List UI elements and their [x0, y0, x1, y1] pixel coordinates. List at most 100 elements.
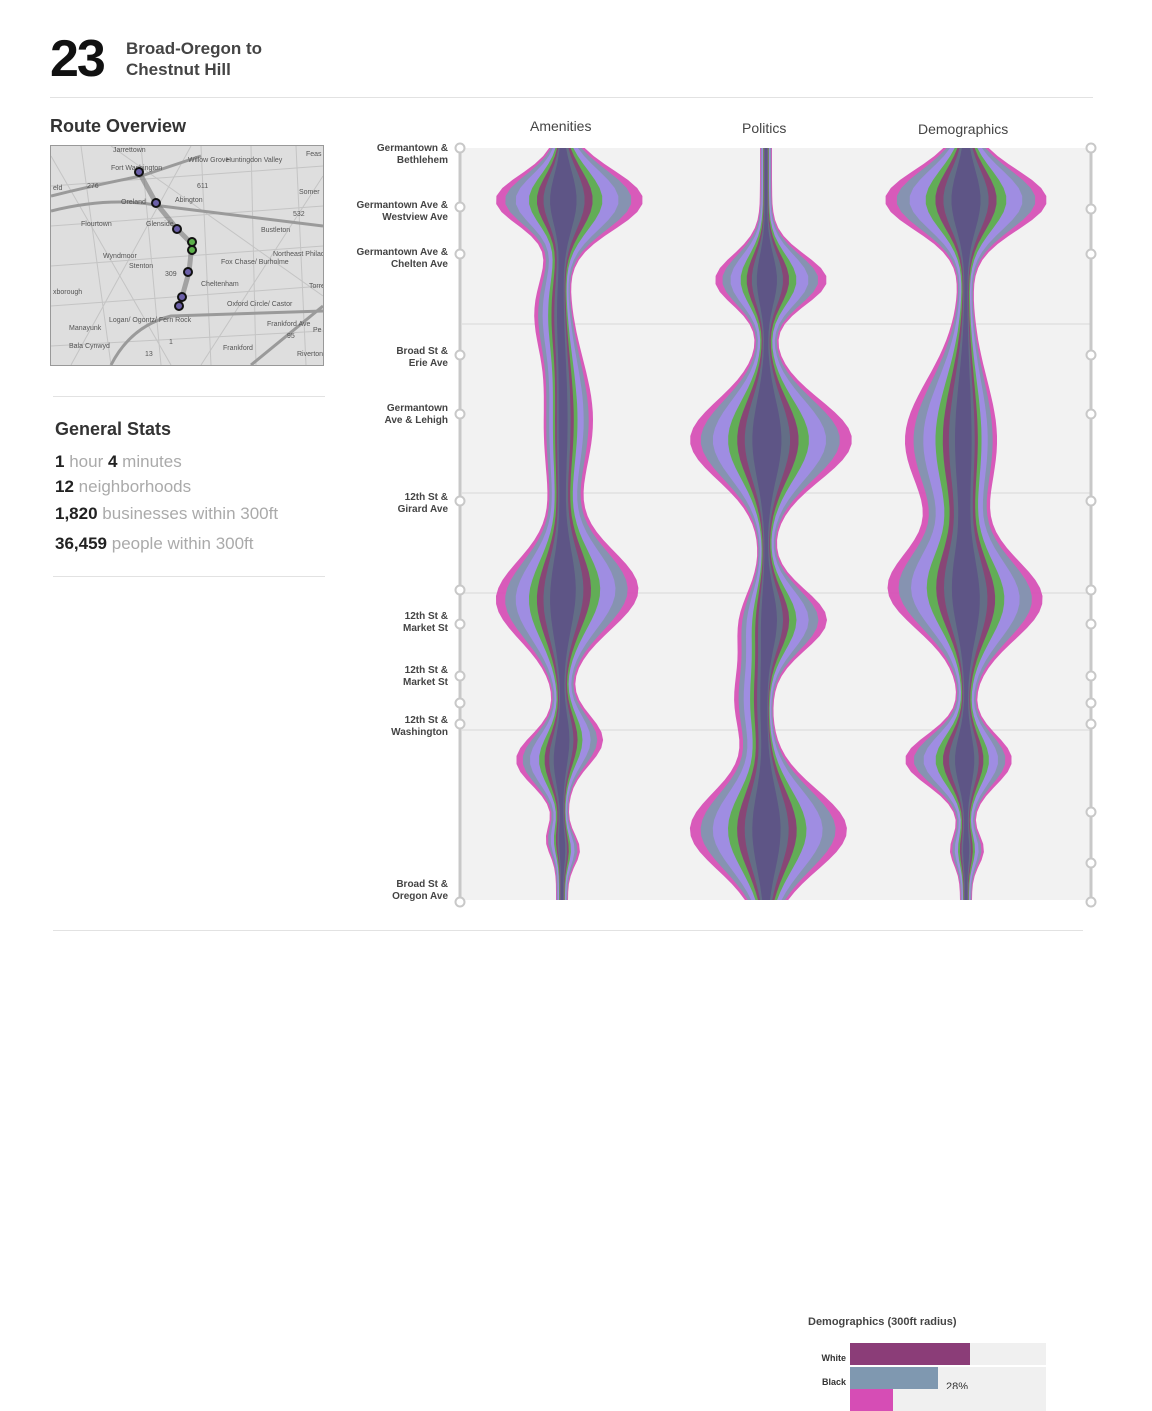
stop-label[interactable]: Germantown Ave & Westview Ave — [340, 200, 449, 224]
route-name-line2: Chestnut Hill — [126, 60, 231, 79]
stat-hours-label: hour — [69, 452, 104, 471]
stop-label-line1: Germantown Ave & — [356, 200, 449, 211]
stop-label[interactable]: 12th St & Market St — [340, 665, 448, 689]
stat-hours-value: 1 — [55, 452, 65, 471]
demographics-bar-row[interactable] — [808, 1389, 1048, 1411]
stop-label[interactable]: Broad St & Erie Ave — [340, 346, 448, 370]
map-label: 611 — [197, 183, 208, 190]
stop-node[interactable] — [454, 248, 466, 260]
route-map[interactable]: Jarrettown Fort Washington Willow Grove Hun… — [50, 145, 324, 366]
demographics-bar-label: Black — [821, 1377, 846, 1387]
column-header-amenities[interactable]: Amenities — [530, 118, 591, 134]
stop-node[interactable] — [1085, 896, 1097, 908]
stop-label[interactable]: 12th St & Market St — [340, 611, 448, 635]
stop-label[interactable]: Broad St & Oregon Ave — [340, 879, 448, 903]
stop-node[interactable] — [454, 495, 466, 507]
stop-node[interactable] — [454, 670, 466, 682]
stop-label[interactable]: 12th St & Washington — [340, 715, 448, 739]
map-label: 276 — [87, 183, 99, 190]
stop-node[interactable] — [1085, 806, 1097, 818]
map-label: Stenton — [129, 263, 153, 270]
demographics-bar-fill — [850, 1343, 970, 1365]
stop-node[interactable] — [454, 697, 466, 709]
route-streamgraph[interactable] — [450, 140, 1110, 915]
stop-node[interactable] — [1085, 670, 1097, 682]
map-label: Willow Grove — [188, 157, 229, 164]
map-label: Frankford — [223, 345, 253, 352]
map-label: Fox Chase/ Burholme — [221, 259, 289, 266]
stop-node[interactable] — [1085, 349, 1097, 361]
stop-node[interactable] — [1085, 584, 1097, 596]
map-label: Huntingdon Valley — [226, 157, 283, 164]
stop-label[interactable]: Germantown Ave & Lehigh — [340, 403, 448, 427]
stop-node[interactable] — [1085, 495, 1097, 507]
stop-label-line1: Germantown Ave & — [356, 247, 449, 258]
stop-node[interactable] — [1085, 142, 1097, 154]
stat-businesses-label: businesses within 300ft — [102, 504, 279, 523]
stop-node[interactable] — [454, 142, 466, 154]
map-label: Glenside — [146, 221, 174, 228]
column-header-politics[interactable]: Politics — [742, 120, 786, 136]
map-label: Oreland — [121, 199, 146, 206]
stop-node[interactable] — [1085, 248, 1097, 260]
stop-node[interactable] — [454, 718, 466, 730]
stop-label-line2: Ave & Lehigh — [384, 415, 448, 426]
stop-node[interactable] — [454, 618, 466, 630]
stop-node[interactable] — [454, 896, 466, 908]
stop-label[interactable]: 12th St & Girard Ave — [340, 492, 448, 516]
stats-divider-bottom — [53, 576, 325, 577]
stat-businesses: 1,820 businesses within 300ft — [55, 504, 278, 524]
map-label: Frankford Ave — [267, 321, 311, 328]
demographics-bar-row[interactable]: Black 28% — [808, 1367, 1048, 1393]
header-divider — [50, 97, 1093, 98]
map-label: Oxford Circle/ Castor — [227, 301, 293, 308]
stop-node[interactable] — [1085, 718, 1097, 730]
stop-node[interactable] — [454, 584, 466, 596]
map-label: Northeast Philadelphia Airport — [273, 251, 323, 258]
stop-node[interactable] — [454, 408, 466, 420]
map-label: Bustleton — [261, 227, 290, 234]
stop-label-line1: Germantown & — [376, 143, 448, 154]
stop-node[interactable] — [454, 349, 466, 361]
stat-neighborhoods: 12 neighborhoods — [55, 477, 191, 497]
stop-node[interactable] — [454, 201, 466, 213]
stop-label-line2: Washington — [391, 727, 448, 738]
route-name: Broad-Oregon to Chestnut Hill — [126, 38, 262, 80]
route-overview-title: Route Overview — [50, 116, 187, 136]
stat-minutes-label: minutes — [122, 452, 182, 471]
stat-minutes-value: 4 — [107, 452, 118, 471]
stop-label[interactable]: Germantown Ave & Chelten Ave — [340, 247, 449, 271]
stat-people-label: people within 300ft — [111, 534, 254, 553]
map-label: 1 — [169, 339, 173, 346]
map-label: eld — [53, 185, 62, 192]
stop-label-line2: Bethlehem — [396, 155, 448, 166]
map-label: Torre — [309, 283, 323, 290]
map-label: Flourtown — [81, 221, 112, 228]
stop-node[interactable] — [1085, 697, 1097, 709]
map-label: xborough — [53, 289, 82, 296]
stop-label-line1: 12th St & — [404, 665, 448, 676]
route-map-svg: JarrettownFort WashingtonWillow GroveHun… — [51, 146, 323, 365]
demographics-bar-track — [850, 1389, 1046, 1411]
stop-label-line1: 12th St & — [404, 611, 448, 622]
column-header-demographics[interactable]: Demographics — [918, 121, 1008, 137]
stop-node[interactable] — [1085, 857, 1097, 869]
stop-label-line1: Germantown — [386, 403, 448, 414]
stat-people-value: 36,459 — [55, 534, 107, 553]
map-label: 309 — [165, 271, 177, 278]
stop-node[interactable] — [1085, 203, 1097, 215]
map-label: Abington — [175, 197, 203, 204]
demographics-bar-track — [850, 1343, 1046, 1365]
stop-label[interactable]: Germantown & Bethlehem — [340, 143, 448, 167]
stop-label-line2: Chelten Ave — [390, 259, 448, 270]
map-label: Somer — [299, 189, 320, 196]
stop-label-line2: Erie Ave — [408, 358, 448, 369]
map-label: Logan/ Ogontz/ Fern Rock — [109, 317, 192, 324]
stop-node[interactable] — [1085, 408, 1097, 420]
demographics-bar-row[interactable]: White — [808, 1343, 1048, 1365]
stop-node[interactable] — [1085, 618, 1097, 630]
stats-divider-top — [53, 396, 325, 397]
stop-label-line2: Girard Ave — [397, 504, 448, 515]
stat-neighborhoods-value: 12 — [55, 477, 74, 496]
stop-label-line2: Westview Ave — [382, 212, 448, 223]
